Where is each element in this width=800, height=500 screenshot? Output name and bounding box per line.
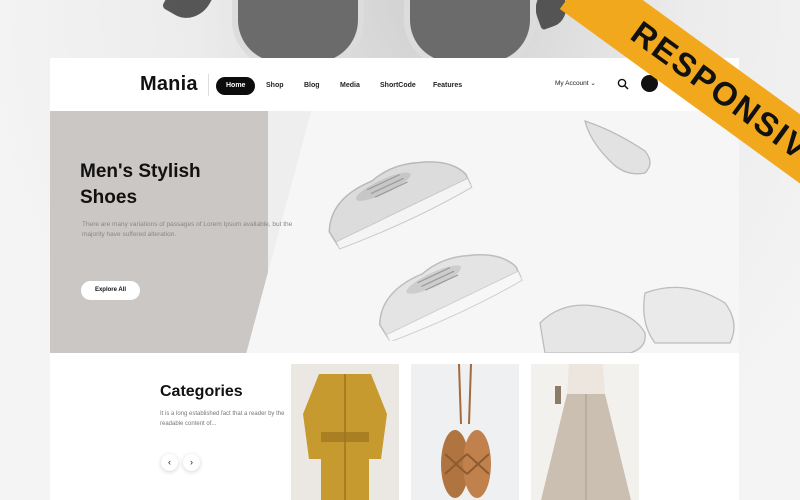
nav-item-shop[interactable]: Shop	[266, 77, 284, 95]
website-frame: Mania Home Shop Blog Media ShortCode Fea…	[50, 58, 739, 500]
search-icon[interactable]	[617, 78, 629, 90]
category-card-sandals[interactable]	[411, 364, 519, 500]
my-account-dropdown[interactable]: My Account ⌄	[555, 79, 596, 87]
category-card-jacket[interactable]	[291, 364, 399, 500]
site-logo[interactable]: Mania	[140, 73, 198, 96]
nav-item-media[interactable]: Media	[340, 77, 360, 95]
header-nav: Mania Home Shop Blog Media ShortCode Fea…	[50, 58, 739, 111]
my-account-label: My Account	[555, 80, 589, 87]
categories-description: It is a long established fact that a rea…	[160, 411, 285, 427]
logo-divider	[208, 74, 209, 96]
category-card-dress[interactable]	[531, 364, 639, 500]
nav-item-features[interactable]: Features	[433, 77, 462, 95]
nav-item-blog[interactable]: Blog	[304, 77, 320, 95]
hero-title: Men's Stylish Shoes	[80, 161, 201, 208]
jacket-image	[303, 374, 387, 500]
sneaker-image-top-right	[584, 120, 651, 175]
carousel-prev-button[interactable]: ‹	[161, 454, 178, 471]
nav-item-home[interactable]: Home	[216, 77, 256, 95]
sneaker-image-bottom-right	[539, 286, 735, 353]
chevron-down-icon: ⌄	[590, 80, 596, 87]
hero-description: There are many variations of passages of…	[82, 221, 293, 238]
hero-banner: Men's Stylish Shoes There are many varia…	[50, 111, 739, 353]
sandals-image	[441, 364, 491, 498]
explore-all-button[interactable]: Explore All	[81, 281, 140, 300]
nav-item-shortcode[interactable]: ShortCode	[380, 77, 416, 95]
carousel-next-button[interactable]: ›	[183, 454, 200, 471]
categories-title: Categories	[160, 383, 243, 400]
sneaker-image-middle	[378, 254, 523, 341]
dress-image	[541, 364, 631, 500]
